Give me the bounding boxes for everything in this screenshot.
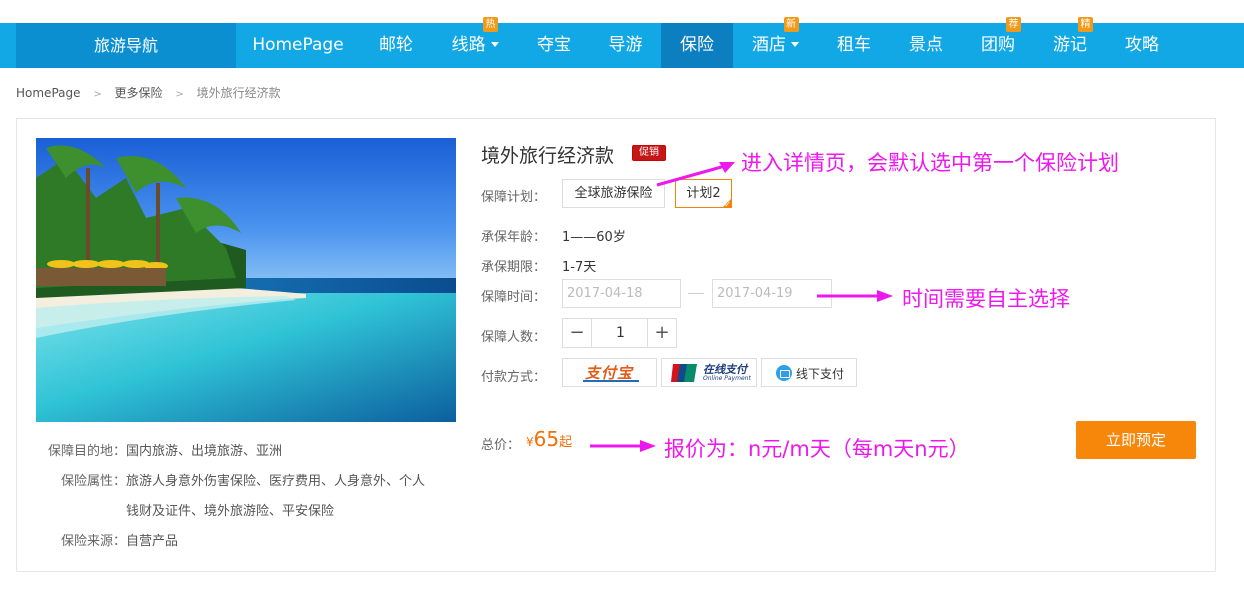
price-amount: 65 [533, 427, 560, 451]
plan-option-2-label: 计划2 [686, 186, 721, 201]
breadcrumb: HomePage > 更多保险 > 境外旅行经济款 [16, 84, 281, 101]
payment-label: 付款方式： [481, 370, 547, 385]
attribute-row: 保险属性：旅游人身意外伤害保险、医疗费用、人身意外、个人 [36, 470, 425, 489]
plan-label: 保障计划： [481, 190, 547, 205]
nav-item-10[interactable]: 游记 精 [1034, 17, 1106, 68]
annotation-arrow-3 [590, 440, 656, 452]
source-value: 自营产品 [126, 534, 179, 549]
nav-item-label: 夺宝 [537, 35, 571, 55]
destination-row: 保障目的地：国内旅游、出境旅游、亚洲 [36, 440, 282, 459]
nav-item-3[interactable]: 夺宝 [518, 23, 590, 68]
people-label: 保障人数： [481, 330, 547, 345]
annotation-default-plan: 进入详情页，会默认选中第一个保险计划 [741, 151, 1119, 175]
annotation-choose-date: 时间需要自主选择 [902, 287, 1070, 311]
people-count-input[interactable]: 1 [592, 319, 649, 347]
top-nav: 旅游导航 HomePage 邮轮 线路 热夺宝 导游 保险 酒店 新租车 景点 团购 荐游记 精攻略 [0, 17, 1244, 68]
nav-item-0[interactable]: HomePage [236, 23, 360, 68]
nav-brand[interactable]: 旅游导航 [16, 23, 236, 68]
attribute-value: 旅游人身意外伤害保险、医疗费用、人身意外、个人 [126, 474, 426, 489]
nav-item-1[interactable]: 邮轮 [360, 23, 432, 68]
start-date-input[interactable]: 2017-04-18 [562, 279, 681, 308]
date-range-dash [688, 293, 704, 294]
attribute-label: 保险属性： [60, 474, 126, 489]
plan-option-global[interactable]: 全球旅游保险 [562, 179, 665, 208]
annotation-arrow-1 [656, 162, 735, 187]
term-label: 承保期限： [481, 260, 547, 275]
date-label: 保障时间： [481, 290, 547, 305]
nav-item-5[interactable]: 保险 [661, 23, 733, 68]
source-label: 保险来源： [60, 534, 126, 549]
plus-button[interactable]: + [647, 319, 676, 347]
caret-down-icon [791, 42, 799, 47]
product-photo [36, 138, 456, 422]
offline-pay-label: 线下支付 [796, 367, 845, 381]
annotation-arrow-2 [817, 290, 893, 302]
product-title: 境外旅行经济款 [481, 145, 615, 167]
nav-badge: 荐 [1006, 17, 1021, 32]
nav-item-9[interactable]: 团购 荐 [962, 17, 1034, 68]
destination-value: 国内旅游、出境旅游、亚洲 [126, 444, 283, 459]
breadcrumb-current: 境外旅行经济款 [196, 86, 281, 100]
people-stepper: − 1 + [562, 318, 677, 348]
book-now-button[interactable]: 立即预定 [1076, 421, 1196, 459]
age-value: 1——60岁 [562, 230, 626, 245]
nav-item-label: 团购 [981, 35, 1015, 55]
nav-item-label: 游记 [1053, 35, 1087, 55]
check-icon: ✓ [724, 200, 731, 209]
nav-badge: 新 [783, 17, 799, 32]
unionpay-button[interactable]: 在线支付 Online Payment [661, 358, 757, 387]
wallet-icon [776, 365, 792, 381]
nav-badge: 精 [1078, 17, 1093, 32]
minus-button[interactable]: − [563, 319, 592, 347]
nav-badge: 热 [483, 17, 498, 32]
price-unit: 起 [559, 435, 573, 450]
nav-item-7[interactable]: 租车 [818, 23, 890, 68]
nav-item-label: 酒店 [752, 35, 786, 55]
nav-item-4[interactable]: 导游 [590, 23, 661, 68]
age-label: 承保年龄： [481, 230, 547, 245]
end-date-input[interactable]: 2017-04-19 [712, 279, 832, 308]
nav-item-label: 导游 [608, 35, 643, 55]
unionpay-logo-icon [671, 364, 697, 382]
nav-item-label: 景点 [909, 35, 943, 55]
nav-item-label: 租车 [837, 35, 871, 55]
nav-item-label: 攻略 [1125, 35, 1159, 55]
breadcrumb-more-insurance[interactable]: 更多保险 [115, 84, 163, 101]
nav-item-label: 保险 [680, 35, 714, 55]
term-value: 1-7天 [562, 260, 597, 275]
breadcrumb-home[interactable]: HomePage [16, 86, 81, 100]
nav-item-6[interactable]: 酒店 新 [733, 17, 818, 68]
nav-item-8[interactable]: 景点 [890, 23, 962, 68]
nav-item-11[interactable]: 攻略 [1106, 23, 1178, 68]
breadcrumb-separator: > [175, 89, 184, 100]
attribute-value-cont: 钱财及证件、境外旅游险、平安保险 [126, 504, 335, 519]
price-label: 总价： [481, 438, 521, 453]
destination-label: 保障目的地： [47, 444, 126, 459]
unionpay-en-label: Online Payment [703, 375, 751, 382]
price-value: ¥65起 [526, 427, 572, 451]
caret-down-icon [490, 42, 499, 47]
nav-item-label: 邮轮 [379, 35, 413, 55]
breadcrumb-separator: > [93, 89, 102, 100]
attribute-row-cont: 钱财及证件、境外旅游险、平安保险 [126, 500, 334, 519]
nav-item-label: HomePage [252, 35, 344, 55]
alipay-logo-underline [583, 380, 639, 382]
offline-pay-button[interactable]: 线下支付 [761, 358, 857, 387]
alipay-button[interactable]: 支付宝 [562, 358, 657, 387]
nav-item-label: 线路 [451, 35, 486, 55]
price-currency: ¥ [526, 435, 534, 449]
source-row: 保险来源：自营产品 [36, 530, 178, 549]
annotation-price-formula: 报价为：n元/m天（每m天n元） [664, 437, 970, 461]
nav-item-2[interactable]: 线路 热 [432, 17, 518, 68]
